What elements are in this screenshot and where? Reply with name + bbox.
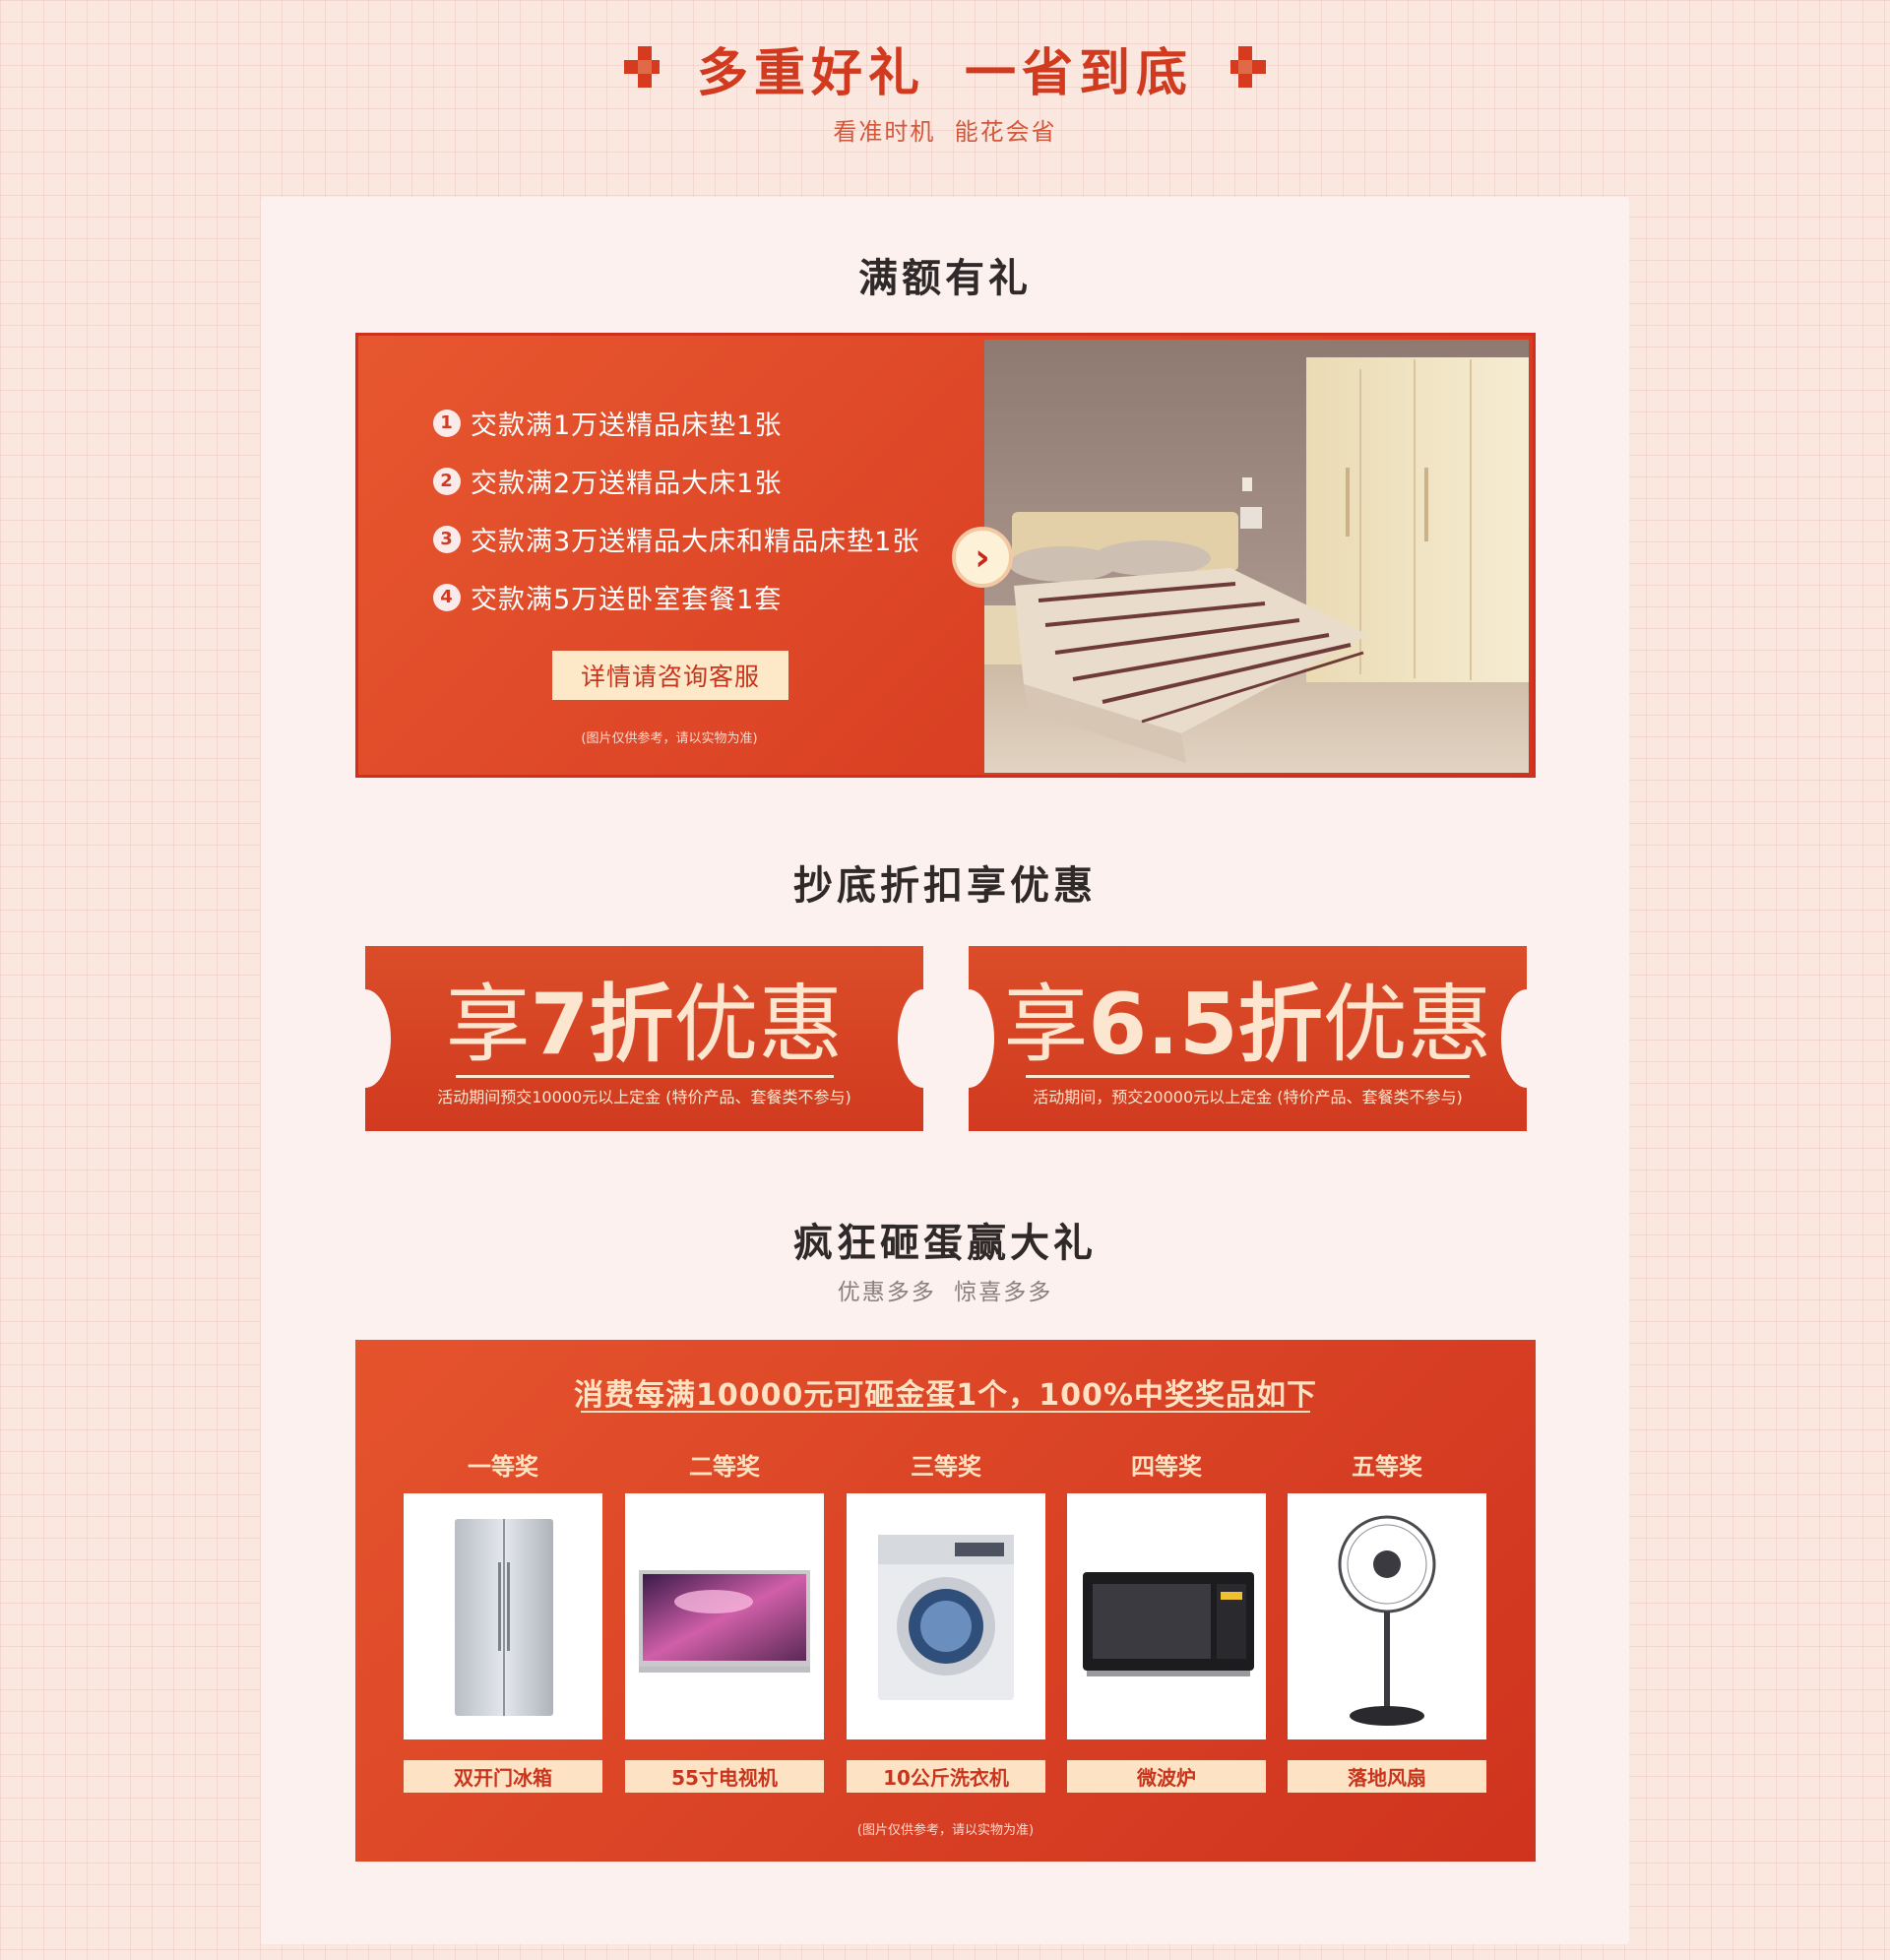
main-subtitle: 看准时机 能花会省 <box>833 118 1057 146</box>
ticket-divider <box>456 1075 834 1078</box>
prize-rank: 一等奖 <box>468 1453 538 1481</box>
ticket-note: 活动期间预交10000元以上定金 (特价产品、套餐类不参与) <box>437 1088 851 1106</box>
ticket-divider <box>1026 1075 1470 1078</box>
image-disclaimer: (图片仅供参考，请以实物为准) <box>856 1823 1035 1838</box>
offer-item: 2 交款满2万送精品大床1张 <box>433 452 965 510</box>
ticket-prefix: 享 <box>1003 976 1089 1074</box>
offer-text: 交款满5万送卧室套餐1套 <box>471 585 783 615</box>
main-title-right: 一省到底 <box>965 43 1194 103</box>
prize-name: 双开门冰箱 <box>404 1760 602 1793</box>
section-subtitle-egg: 优惠多多 惊喜多多 <box>837 1280 1053 1305</box>
number-badge-icon: 4 <box>433 583 461 611</box>
prize-rank: 四等奖 <box>1131 1453 1202 1481</box>
prize-image-box[interactable] <box>847 1493 1045 1739</box>
washing-machine-icon <box>878 1535 1014 1700</box>
section-title-egg: 疯狂砸蛋赢大礼 <box>793 1221 1097 1266</box>
prize-name: 10公斤洗衣机 <box>847 1760 1045 1793</box>
offer-item: 1 交款满1万送精品床垫1张 <box>433 394 965 452</box>
refrigerator-icon <box>455 1519 553 1716</box>
prize-headline-underline <box>581 1411 1310 1413</box>
microwave-icon <box>1083 1572 1254 1676</box>
prize-image-box[interactable] <box>1288 1493 1486 1739</box>
ticket-note: 活动期间，预交20000元以上定金 (特价产品、套餐类不参与) <box>1033 1088 1463 1106</box>
ticket-suffix: 优惠 <box>1322 976 1492 1074</box>
ticket-value: 6.5折 <box>1088 976 1323 1074</box>
prize-name: 55寸电视机 <box>625 1760 824 1793</box>
ticket-headline: 享6.5折优惠 <box>969 976 1527 1074</box>
pixel-decoration-right-icon <box>1230 46 1267 90</box>
offer-item: 3 交款满3万送精品大床和精品床垫1张 <box>433 510 965 568</box>
ticket-headline: 享7折优惠 <box>365 976 923 1074</box>
ticket-prefix: 享 <box>445 976 531 1074</box>
offer-text: 交款满2万送精品大床1张 <box>471 469 783 499</box>
number-badge-icon: 2 <box>433 467 461 495</box>
discount-ticket[interactable]: 享7折优惠 活动期间预交10000元以上定金 (特价产品、套餐类不参与) <box>340 946 949 1131</box>
prize-image-box[interactable] <box>1067 1493 1266 1739</box>
ticket-value: 7折 <box>530 976 674 1074</box>
prize-rank: 三等奖 <box>911 1453 981 1481</box>
bedroom-photo <box>984 340 1529 773</box>
section-title-discount: 抄底折扣享优惠 <box>793 863 1097 909</box>
prize-rank: 二等奖 <box>689 1453 760 1481</box>
number-badge-icon: 3 <box>433 525 461 553</box>
prize-image-box[interactable] <box>625 1493 824 1739</box>
number-badge-icon: 1 <box>433 409 461 437</box>
prize-image-box[interactable] <box>404 1493 602 1739</box>
offer-text: 交款满3万送精品大床和精品床垫1张 <box>471 527 920 557</box>
offer-list: 1 交款满1万送精品床垫1张 2 交款满2万送精品大床1张 3 交款满3万送精品大床和… <box>433 394 965 626</box>
image-disclaimer: (图片仅供参考，请以实物为准) <box>581 731 758 746</box>
section-title-gift: 满额有礼 <box>858 256 1032 301</box>
pixel-decoration-left-icon <box>623 46 660 90</box>
consult-service-button[interactable]: 详情请咨询客服 <box>552 651 788 700</box>
chevron-right-icon[interactable]: › <box>952 527 1013 588</box>
offer-text: 交款满1万送精品床垫1张 <box>471 411 783 441</box>
tv-icon <box>639 1570 810 1673</box>
main-title: 多重好礼 一省到底 <box>0 33 1890 103</box>
ticket-suffix: 优惠 <box>673 976 844 1074</box>
prize-name: 微波炉 <box>1067 1760 1266 1793</box>
offer-item: 4 交款满5万送卧室套餐1套 <box>433 568 965 626</box>
main-title-left: 多重好礼 <box>696 43 925 103</box>
prize-rank: 五等奖 <box>1352 1453 1422 1481</box>
fan-icon <box>1338 1515 1436 1726</box>
discount-ticket[interactable]: 享6.5折优惠 活动期间，预交20000元以上定金 (特价产品、套餐类不参与) <box>943 946 1552 1131</box>
prize-name: 落地风扇 <box>1288 1760 1486 1793</box>
prize-headline: 消费每满10000元可砸金蛋1个，100%中奖奖品如下 <box>574 1378 1317 1413</box>
